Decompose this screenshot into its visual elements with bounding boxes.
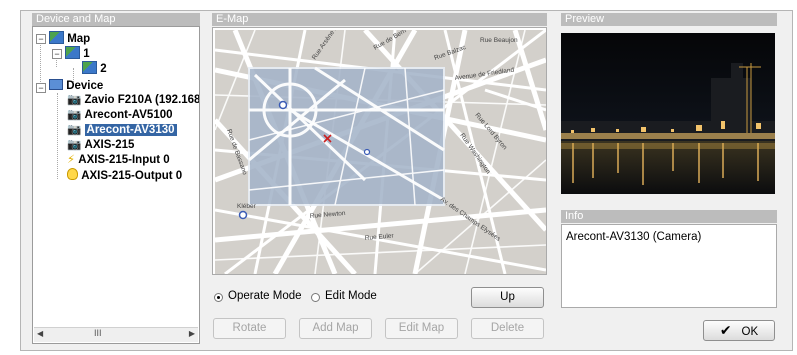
info-panel-title: Info xyxy=(561,210,777,223)
operate-mode-radio[interactable] xyxy=(214,293,223,302)
tree-node-input[interactable]: ⚡ AXIS-215-Input 0 xyxy=(67,153,170,167)
collapse-map-1-toggle[interactable]: − xyxy=(52,49,62,59)
tree-label-device: Device xyxy=(66,80,104,92)
monitor-icon xyxy=(49,79,63,90)
info-box: Arecont-AV3130 (Camera) xyxy=(561,224,777,308)
tree-label-device: AXIS-215-Input 0 xyxy=(78,154,170,166)
tree-label-device: Arecont-AV5100 xyxy=(84,109,173,121)
edit-map-button[interactable]: Edit Map xyxy=(385,318,458,339)
tree-label-device: Zavio F210A (192.168.2 xyxy=(84,94,200,106)
tree-node-camera[interactable]: 📷 AXIS-215 xyxy=(67,138,134,152)
info-text: Arecont-AV3130 (Camera) xyxy=(566,231,702,243)
tree-label-device: AXIS-215-Output 0 xyxy=(81,170,183,182)
map-icon xyxy=(65,46,80,59)
street-label: Rue Beaujon xyxy=(480,37,518,44)
up-button[interactable]: Up xyxy=(471,287,544,308)
edit-mode-label[interactable]: Edit Mode xyxy=(325,290,377,302)
tree-label-map: Map xyxy=(67,33,91,45)
camera-icon: 📷 xyxy=(67,94,82,106)
tree-node-camera[interactable]: 📷 Zavio F210A (192.168.2 xyxy=(67,93,200,107)
tree-node-map-1[interactable]: 1 xyxy=(65,46,90,60)
edit-mode-radio[interactable] xyxy=(311,293,320,302)
camera-preview xyxy=(561,33,775,194)
preview-panel-title: Preview xyxy=(561,13,777,26)
collapse-device-toggle[interactable]: − xyxy=(36,83,46,93)
tree-label-device: AXIS-215 xyxy=(84,139,135,151)
tree-horizontal-scrollbar[interactable]: ◀ III ▶ xyxy=(34,327,198,342)
lightning-icon: ⚡ xyxy=(67,154,76,166)
metro-station-label: Kléber xyxy=(237,203,257,210)
map-folder-icon xyxy=(49,31,64,44)
emap-panel-title: E-Map xyxy=(212,13,547,26)
camera-icon: 📷 xyxy=(67,124,82,136)
night-city-preview-image xyxy=(561,33,775,194)
camera-icon: 📷 xyxy=(67,109,82,121)
tree-label-device-selected: Arecont-AV3130 xyxy=(84,124,177,136)
camera-icon: 📷 xyxy=(67,139,82,151)
emap-view[interactable]: Rue de Berri Rue Balzac Rue Beaujon Aven… xyxy=(212,27,547,275)
tree-node-device[interactable]: Device xyxy=(49,79,103,93)
tree-label-map-1: 1 xyxy=(83,48,90,60)
scroll-right-arrow-icon[interactable]: ▶ xyxy=(189,329,195,338)
ok-button[interactable]: ✔ OK xyxy=(703,320,775,341)
tree-node-camera[interactable]: 📷 Arecont-AV5100 xyxy=(67,108,173,122)
scroll-left-arrow-icon[interactable]: ◀ xyxy=(37,329,43,338)
collapse-map-toggle[interactable]: − xyxy=(36,34,46,44)
rotate-button[interactable]: Rotate xyxy=(213,318,286,339)
street-map[interactable]: Rue de Berri Rue Balzac Rue Beaujon Aven… xyxy=(215,30,546,274)
device-map-panel-title: Device and Map xyxy=(32,13,200,26)
light-bulb-icon xyxy=(67,168,78,180)
ok-label: OK xyxy=(741,326,759,338)
map-icon xyxy=(82,61,97,74)
metro-station-icon xyxy=(238,210,248,220)
add-map-button[interactable]: Add Map xyxy=(299,318,372,339)
tree-label-map-2: 2 xyxy=(100,63,107,75)
device-map-tree[interactable]: − Map − 1 2 − Device 📷 Zavio F210A (192.… xyxy=(32,26,200,344)
tree-line xyxy=(57,93,58,179)
tree-line xyxy=(40,38,41,88)
checkmark-icon: ✔ xyxy=(719,322,732,338)
delete-button[interactable]: Delete xyxy=(471,318,544,339)
tree-node-map-2[interactable]: 2 xyxy=(82,61,107,75)
tree-node-map[interactable]: Map xyxy=(49,31,90,45)
tree-node-camera-selected[interactable]: 📷 Arecont-AV3130 xyxy=(67,123,177,137)
metro-station-icon xyxy=(278,100,288,110)
tree-node-output[interactable]: AXIS-215-Output 0 xyxy=(67,168,182,182)
operate-mode-label[interactable]: Operate Mode xyxy=(228,290,302,302)
metro-station-icon xyxy=(363,148,371,156)
scroll-thumb[interactable]: III xyxy=(94,328,102,338)
